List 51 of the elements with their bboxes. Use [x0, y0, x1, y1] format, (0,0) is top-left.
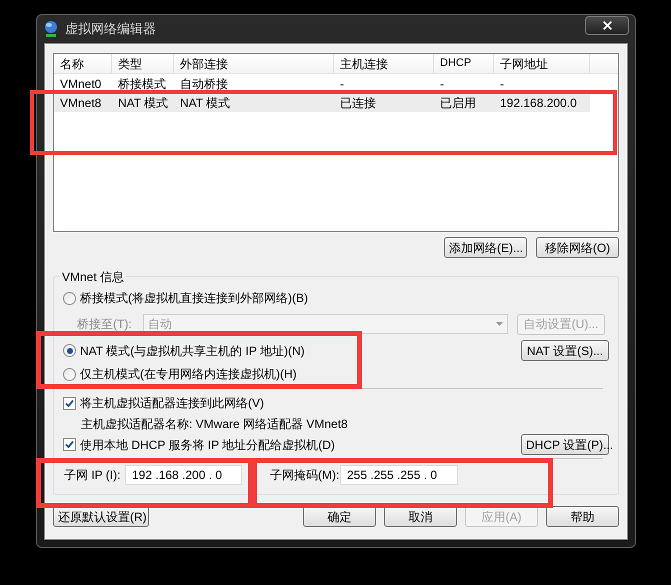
- radio-label: 仅主机模式(在专用网络内连接虚拟机)(H): [80, 366, 297, 383]
- table-cell-text: NAT 模式: [117, 94, 170, 112]
- table-row[interactable]: VMnet0 桥接模式 自动桥接 - - -: [54, 74, 590, 93]
- table-cell-text: NAT 模式: [179, 94, 232, 112]
- table-cell-text: -: [439, 76, 445, 92]
- close-icon: [600, 19, 614, 32]
- radio-label: 桥接模式(将虚拟机直接连接到外部网络)(B): [80, 290, 308, 307]
- radio-button[interactable]: [63, 344, 76, 357]
- button[interactable]: NAT 设置(S)...: [521, 340, 609, 361]
- button[interactable]: 取消: [384, 506, 457, 527]
- column-header[interactable]: 名称: [54, 54, 112, 73]
- checkbox[interactable]: [63, 396, 76, 410]
- table-row[interactable]: VMnet8 NAT 模式 NAT 模式 已连接 已启用 192.168.200.0: [54, 93, 590, 112]
- subnet-ip-label: 子网 IP (I):: [63, 467, 122, 484]
- checkbox-label: 将主机虚拟适配器连接到此网络(V): [80, 395, 264, 412]
- button[interactable]: 移除网络(O): [536, 237, 619, 258]
- table-cell-text: 已连接: [339, 94, 377, 112]
- checkmark-icon: [65, 398, 74, 408]
- table-cell-text: 已启用: [439, 94, 477, 112]
- checkbox-label: 使用本地 DHCP 服务将 IP 地址分配给虚拟机(D): [80, 436, 335, 454]
- close-button[interactable]: [585, 16, 629, 35]
- checkbox[interactable]: [63, 438, 76, 451]
- radio-button[interactable]: [63, 292, 76, 304]
- column-header[interactable]: 外部连接: [174, 54, 334, 73]
- table-cell-text: -: [499, 76, 505, 92]
- adapter-name: 主机虚拟适配器名称: VMware 网络适配器 VMnet8: [80, 416, 349, 433]
- subnet-ip-field[interactable]: 192 .168 .200 . 0: [125, 465, 242, 485]
- table-cell-text: 自动桥接: [179, 76, 229, 92]
- window-title: 虚拟网络编辑器: [65, 20, 156, 38]
- column-header[interactable]: 类型: [112, 54, 174, 73]
- button[interactable]: 添加网络(E)...: [444, 237, 527, 258]
- column-header[interactable]: 主机连接: [334, 54, 434, 73]
- subnet-mask-label: 子网掩码(M):: [270, 467, 340, 484]
- radio-label: NAT 模式(与虚拟机共享主机的 IP 地址)(N): [80, 342, 305, 360]
- button[interactable]: 确定: [303, 506, 376, 527]
- table-cell-text: VMnet0: [59, 76, 102, 92]
- column-header[interactable]: 子网地址: [494, 54, 590, 73]
- group-title: VMnet 信息: [60, 268, 126, 286]
- table-cell-text: -: [339, 76, 345, 92]
- column-header[interactable]: DHCP: [434, 54, 494, 73]
- network-globe-icon: [43, 20, 59, 38]
- table-cell-text: 192.168.200.0: [499, 94, 578, 112]
- table-cell-text: 桥接模式: [117, 76, 167, 92]
- button[interactable]: 帮助: [546, 506, 619, 527]
- radio-button[interactable]: [63, 368, 76, 380]
- checkmark-icon: [65, 440, 74, 449]
- bridge-to-label: 桥接至(T):: [76, 316, 133, 333]
- table-cell-text: VMnet8: [59, 94, 102, 112]
- dropdown-arrow-icon: [496, 322, 503, 326]
- button[interactable]: 还原默认设置(R): [53, 506, 149, 527]
- subnet-mask-field[interactable]: 255 .255 .255 . 0: [340, 465, 458, 485]
